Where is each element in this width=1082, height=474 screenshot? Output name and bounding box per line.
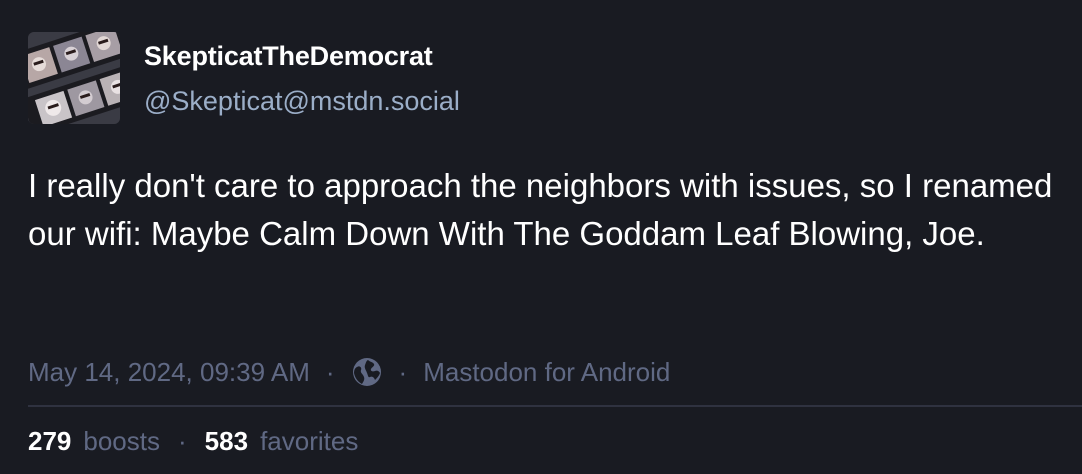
- globe-icon: [351, 356, 383, 388]
- post-timestamp[interactable]: May 14, 2024, 09:39 AM: [28, 357, 310, 388]
- avatar[interactable]: [28, 32, 120, 124]
- favorites-count: 583: [204, 425, 249, 456]
- display-name[interactable]: SkepticatTheDemocrat: [144, 41, 460, 72]
- account-handle[interactable]: @Skepticat@mstdn.social: [144, 86, 460, 117]
- post-stats: 279 boosts · 583 favorites: [28, 421, 358, 461]
- meta-separator: ·: [398, 356, 408, 387]
- account-header[interactable]: SkepticatTheDemocrat @Skepticat@mstdn.so…: [28, 32, 460, 124]
- status-detail: SkepticatTheDemocrat @Skepticat@mstdn.so…: [0, 0, 1082, 474]
- account-names: SkepticatTheDemocrat @Skepticat@mstdn.so…: [144, 32, 460, 117]
- boosts-link[interactable]: 279 boosts: [28, 426, 160, 457]
- divider: [28, 405, 1082, 407]
- favorites-label: favorites: [260, 425, 359, 456]
- avatar-photo-icon: [28, 32, 120, 124]
- favorites-link[interactable]: 583 favorites: [205, 426, 359, 457]
- boosts-count: 279: [28, 425, 72, 456]
- meta-separator: ·: [325, 356, 335, 387]
- stats-separator: ·: [178, 425, 187, 456]
- post-content: I really don't care to approach the neig…: [28, 167, 1053, 252]
- post-meta: May 14, 2024, 09:39 AM · · Mastodon for …: [28, 352, 670, 392]
- boosts-label: boosts: [83, 425, 160, 456]
- application-link[interactable]: Mastodon for Android: [423, 357, 670, 388]
